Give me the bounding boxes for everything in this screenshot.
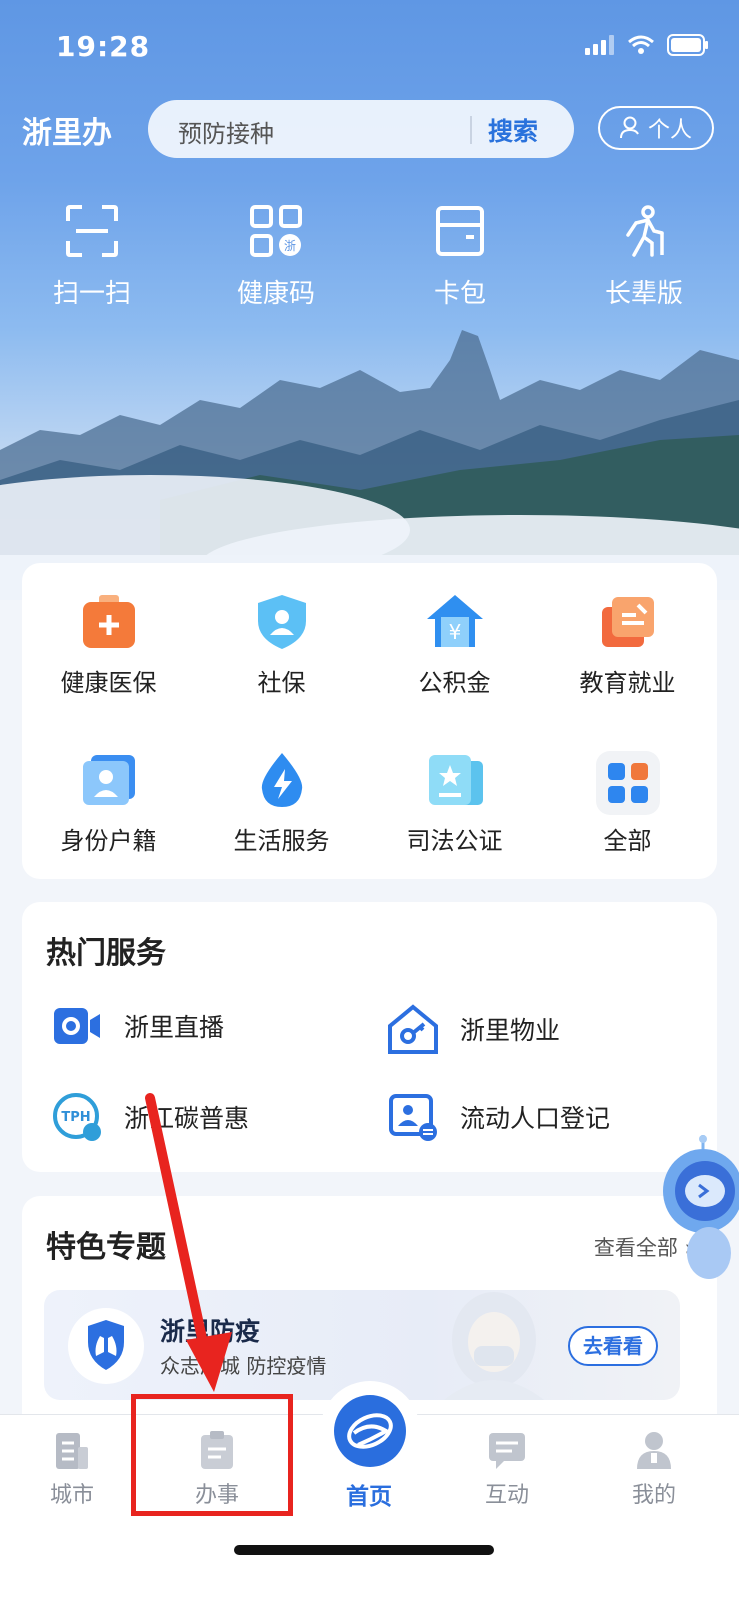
quick-health-code-label: 健康码 <box>236 279 315 309</box>
tph-carbon-icon: TPH <box>53 1093 101 1141</box>
tab-label: 城市 <box>49 1483 94 1508</box>
service-label: 教育就业 <box>579 669 676 697</box>
banner-title: 浙里防疫 <box>160 1317 261 1346</box>
search-bar[interactable]: 预防接种 搜索 <box>148 100 574 158</box>
status-bar: 19:28 <box>0 0 739 90</box>
card-wallet-icon <box>436 206 484 256</box>
home-indicator <box>234 1545 494 1555</box>
water-bolt-icon <box>261 753 302 807</box>
tab-label: 我的 <box>631 1483 676 1508</box>
education-icon <box>601 597 654 647</box>
service-health-insurance[interactable]: 健康医保 <box>22 593 195 751</box>
service-label: 司法公证 <box>406 827 503 855</box>
all-apps-icon <box>595 751 660 815</box>
tab-label: 互动 <box>484 1483 529 1508</box>
property-key-icon <box>388 1004 438 1054</box>
tab-mine[interactable]: 我的 <box>604 1429 704 1509</box>
service-social-security[interactable]: 社保 <box>195 593 368 751</box>
quick-health-code[interactable]: 浙 健康码 <box>184 205 368 310</box>
hot-services-title: 热门服务 <box>46 936 166 971</box>
person-icon <box>619 116 639 139</box>
service-label: 健康医保 <box>60 669 157 697</box>
service-label: 公积金 <box>418 669 491 697</box>
search-divider <box>470 116 472 144</box>
service-education[interactable]: 教育就业 <box>541 593 714 751</box>
service-all[interactable]: 全部 <box>541 751 714 909</box>
hot-item-label: 浙里直播 <box>124 1013 225 1042</box>
hot-item-carbon[interactable]: TPH 浙江碳普惠 <box>52 1092 249 1142</box>
services-card: 健康医保 社保 ¥ 公积金 教育就业 身份户籍 生活服务 司法公证 全部 <box>22 563 717 879</box>
signal-icon <box>585 35 614 55</box>
svg-text:¥: ¥ <box>448 620 461 644</box>
mountain-scenery <box>0 330 739 600</box>
hot-item-label: 浙里物业 <box>460 1016 561 1045</box>
annotation-highlight-box <box>131 1394 293 1516</box>
search-button[interactable]: 搜索 <box>488 112 538 148</box>
featured-title: 特色专题 <box>46 1230 166 1265</box>
elder-mode-icon <box>626 205 664 257</box>
service-label: 全部 <box>603 827 652 855</box>
shield-lungs-icon <box>68 1308 144 1384</box>
service-life[interactable]: 生活服务 <box>195 751 368 909</box>
service-housing-fund[interactable]: ¥ 公积金 <box>368 593 541 751</box>
personal-button[interactable]: 个人 <box>598 106 714 150</box>
app-logo: 浙里办 <box>22 116 112 151</box>
hot-services-card: 热门服务 浙里直播 浙里物业 TPH 浙江碳普惠 流动人口登记 <box>22 902 717 1172</box>
city-icon <box>56 1433 88 1469</box>
user-icon <box>637 1432 671 1469</box>
live-camera-icon <box>54 1008 100 1044</box>
housing-fund-icon: ¥ <box>426 595 483 647</box>
home-logo-icon <box>334 1395 406 1467</box>
hot-item-population[interactable]: 流动人口登记 <box>388 1092 610 1142</box>
population-register-icon <box>389 1094 437 1141</box>
robot-assistant-icon[interactable] <box>659 1135 739 1285</box>
top-header: 浙里办 预防接种 搜索 个人 <box>0 98 739 162</box>
notary-icon <box>428 755 483 805</box>
quick-elder-mode-label: 长辈版 <box>604 279 683 309</box>
personal-label: 个人 <box>647 118 692 143</box>
wifi-icon <box>628 35 654 54</box>
hot-item-label: 流动人口登记 <box>460 1104 611 1133</box>
hot-item-label: 浙江碳普惠 <box>124 1104 250 1133</box>
quick-card-wallet-label: 卡包 <box>433 279 486 309</box>
quick-actions: 扫一扫 浙 健康码 卡包 长辈版 <box>0 205 739 310</box>
svg-text:TPH: TPH <box>61 1110 90 1125</box>
status-time: 19:28 <box>56 30 151 63</box>
service-label: 社保 <box>257 669 306 697</box>
tab-city[interactable]: 城市 <box>22 1429 122 1509</box>
quick-scan-label: 扫一扫 <box>52 279 131 309</box>
home-tab-button[interactable] <box>320 1381 420 1481</box>
social-security-icon <box>257 595 306 649</box>
health-code-icon: 浙 <box>250 205 302 257</box>
tab-home[interactable]: 首页 <box>319 1477 419 1511</box>
quick-scan[interactable]: 扫一扫 <box>0 205 184 310</box>
service-label: 身份户籍 <box>60 827 157 855</box>
search-placeholder[interactable]: 预防接种 <box>178 114 274 149</box>
medical-worker-image <box>444 1292 544 1400</box>
health-code-badge: 浙 <box>284 239 296 253</box>
hot-item-property[interactable]: 浙里物业 <box>388 1004 560 1054</box>
banner-subtitle: 众志成城 防控疫情 <box>160 1354 327 1378</box>
hot-item-live[interactable]: 浙里直播 <box>52 1004 224 1048</box>
service-label: 生活服务 <box>233 827 330 855</box>
quick-elder-mode[interactable]: 长辈版 <box>552 205 736 310</box>
bottom-tab-bar: 城市 办事 首页 互动 我的 <box>0 1381 739 1601</box>
chat-icon <box>489 1433 525 1469</box>
id-card-icon <box>82 755 135 805</box>
service-id-household[interactable]: 身份户籍 <box>22 751 195 909</box>
medical-kit-icon <box>82 595 135 648</box>
service-notary[interactable]: 司法公证 <box>368 751 541 909</box>
tab-label: 首页 <box>346 1484 392 1510</box>
quick-card-wallet[interactable]: 卡包 <box>368 205 552 310</box>
go-see-button[interactable]: 去看看 <box>568 1326 658 1366</box>
battery-icon <box>667 34 708 56</box>
tab-interact[interactable]: 互动 <box>457 1429 557 1509</box>
scan-icon <box>66 205 118 257</box>
